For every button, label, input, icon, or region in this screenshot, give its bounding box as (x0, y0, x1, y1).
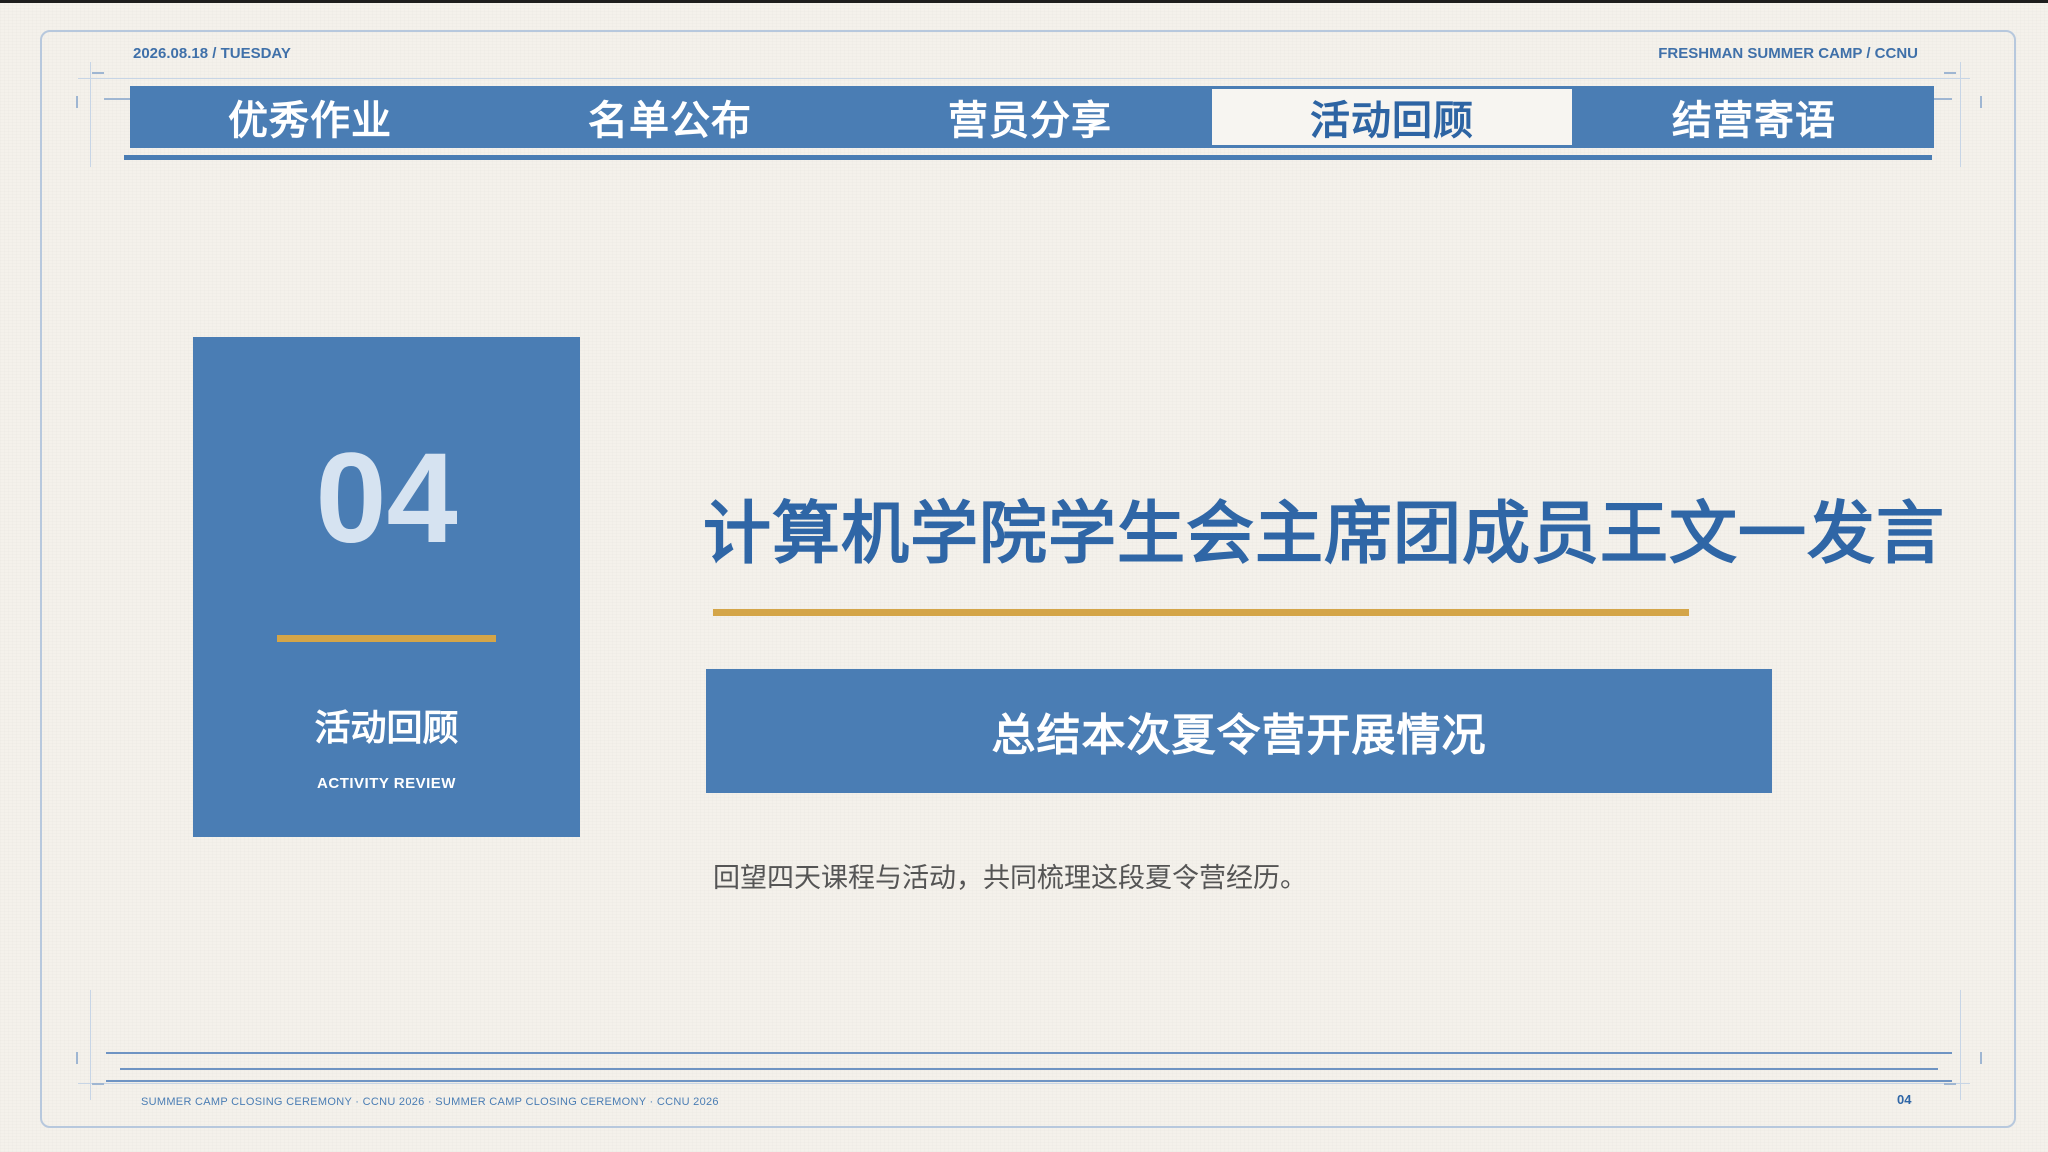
guide-line-right-top (1960, 62, 1961, 167)
tab-camper-sharing[interactable]: 营员分享 (850, 86, 1210, 148)
footer-text: SUMMER CAMP CLOSING CEREMONY · CCNU 2026… (141, 1096, 719, 1108)
corner-tick (1934, 98, 1952, 100)
tab-activity-review[interactable]: 活动回顾 (1212, 89, 1572, 145)
corner-tick (1980, 96, 1982, 108)
footer-line-middle (120, 1068, 1938, 1070)
headline-underline (713, 609, 1689, 616)
tab-closing-message[interactable]: 结营寄语 (1574, 86, 1934, 148)
banner-text: 总结本次夏令营开展情况 (991, 710, 1487, 761)
summary-banner: 总结本次夏令营开展情况 (706, 669, 1772, 793)
corner-tick (92, 1083, 104, 1085)
header-camp-name: FRESHMAN SUMMER CAMP / CCNU (1658, 45, 1918, 62)
corner-tick (92, 72, 104, 74)
corner-tick (104, 98, 130, 100)
description-text: 回望四天课程与活动，共同梳理这段夏令营经历。 (713, 863, 1307, 894)
nav-underline (124, 155, 1932, 160)
guide-line-left-bottom (90, 990, 91, 1100)
section-card: 04 活动回顾 ACTIVITY REVIEW (193, 337, 580, 837)
corner-tick (76, 1052, 78, 1064)
section-title: 活动回顾 (314, 708, 459, 749)
tab-list-announcement[interactable]: 名单公布 (490, 86, 850, 148)
section-subtitle: ACTIVITY REVIEW (317, 775, 456, 792)
corner-tick (1980, 1052, 1982, 1064)
guide-line-bottom (78, 1083, 1970, 1084)
guide-line-left-top (90, 62, 91, 167)
section-nav: 优秀作业 名单公布 营员分享 活动回顾 结营寄语 (130, 86, 1934, 148)
section-number: 04 (315, 427, 458, 570)
footer-line-bottom (106, 1080, 1952, 1082)
corner-tick (1944, 72, 1956, 74)
guide-line-top (78, 78, 1970, 79)
corner-tick (1944, 1083, 1956, 1085)
footer-line-top (106, 1052, 1952, 1054)
top-edge (0, 0, 2048, 3)
card-accent-bar (277, 635, 496, 642)
page-number: 04 (1897, 1092, 1912, 1107)
corner-tick (76, 96, 78, 108)
header-date: 2026.08.18 / TUESDAY (133, 45, 291, 62)
guide-line-right-bottom (1960, 990, 1961, 1100)
main-headline: 计算机学院学生会主席团成员王文一发言 (703, 495, 1946, 574)
tab-excellent-work[interactable]: 优秀作业 (130, 86, 490, 148)
